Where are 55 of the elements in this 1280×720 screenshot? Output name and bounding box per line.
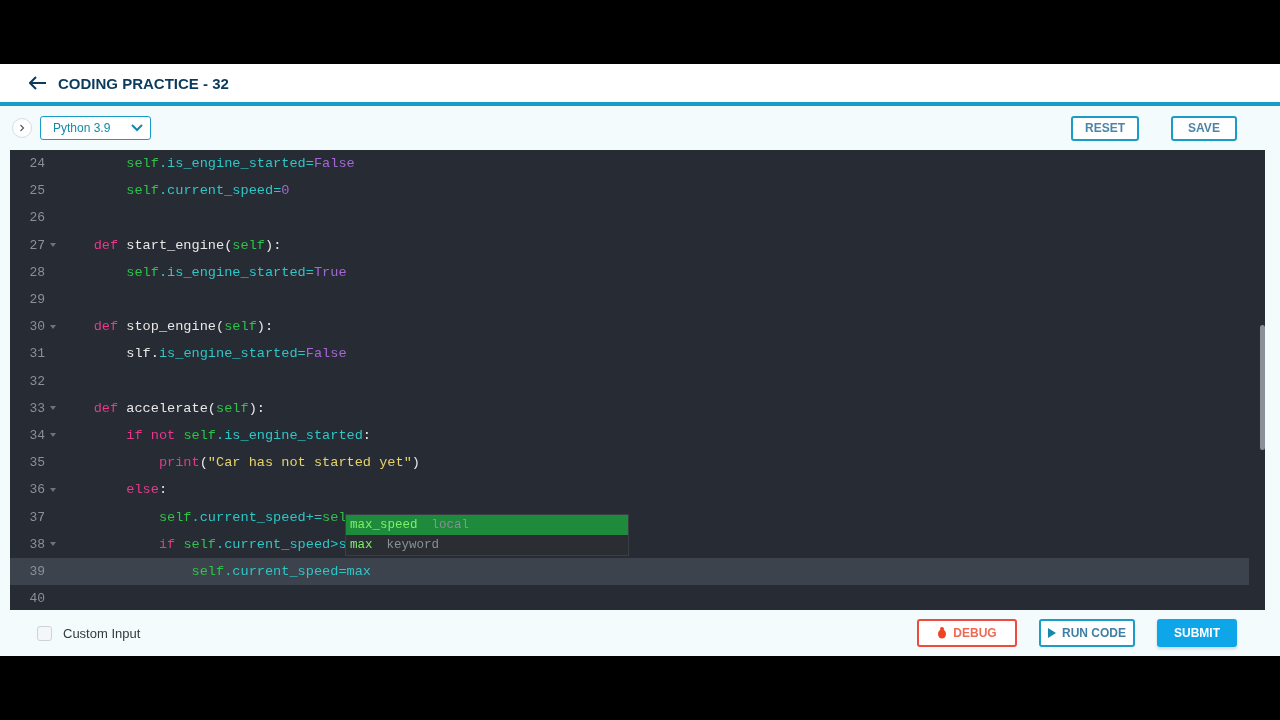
code-text: if self.current_speed>s [157, 536, 347, 552]
line-number: 26 [28, 210, 45, 226]
code-text: self.is_engine_started=True [125, 264, 347, 280]
line-number: 34 [28, 427, 45, 443]
fold-caret-icon[interactable] [50, 243, 56, 248]
code-text: slf.is_engine_started=False [125, 346, 347, 362]
line-number: 38 [28, 536, 45, 552]
scrollbar-thumb[interactable] [1260, 325, 1265, 450]
code-text: self.is_engine_started=False [125, 156, 355, 172]
autocomplete-item[interactable]: max keyword [346, 535, 628, 555]
fold-caret-icon[interactable] [50, 433, 56, 438]
checkbox-label[interactable]: Custom Input [63, 625, 141, 641]
line-number: 36 [28, 482, 45, 498]
line-number: 32 [28, 373, 45, 389]
line-number: 39 [28, 563, 45, 579]
code-text: self.current_speed=max [190, 563, 372, 579]
line-number: 33 [28, 400, 45, 416]
reset-button[interactable]: RESET [1071, 115, 1139, 141]
code-editor[interactable] [10, 150, 1265, 610]
line-number: 35 [28, 455, 45, 471]
code-text: self.current_speed=0 [125, 183, 290, 199]
language-dropdown[interactable]: Python 3.9 [40, 116, 151, 140]
line-number: 27 [28, 237, 45, 253]
line-number: 25 [28, 183, 45, 199]
fold-caret-icon[interactable] [50, 542, 56, 547]
submit-button[interactable]: SUBMIT [1157, 619, 1237, 647]
line-number: 37 [28, 509, 45, 525]
line-number: 40 [28, 591, 45, 607]
line-number: 30 [28, 319, 45, 335]
code-text: else: [125, 482, 168, 498]
line-number: 29 [28, 292, 45, 308]
chevron-down-icon [131, 124, 143, 132]
autocomplete-item[interactable]: max_speed local [346, 515, 628, 535]
run-code-button[interactable]: RUN CODE [1039, 619, 1135, 647]
back-arrow-icon[interactable] [29, 76, 47, 90]
checkbox[interactable] [37, 625, 52, 641]
line-number: 31 [28, 346, 45, 362]
play-icon [1048, 628, 1056, 638]
code-text: def stop_engine(self): [92, 319, 274, 335]
fold-caret-icon[interactable] [50, 324, 56, 329]
page-title: CODING PRACTICE - 32 [58, 74, 229, 92]
bug-icon [937, 627, 948, 639]
line-number: 24 [28, 156, 45, 172]
code-text: def accelerate(self): [92, 400, 265, 416]
debug-button[interactable]: DEBUG [917, 619, 1017, 647]
save-button[interactable]: SAVE [1171, 115, 1237, 141]
line-number: 28 [28, 264, 45, 280]
expand-button[interactable] [12, 118, 32, 138]
code-text: print("Car has not started yet") [157, 455, 420, 471]
chevron-right-icon [19, 124, 25, 132]
code-text: def start_engine(self): [92, 237, 282, 253]
fold-caret-icon[interactable] [50, 487, 56, 492]
code-text: if not self.is_engine_started: [125, 427, 372, 443]
code-text: self.current_speed+=sel [157, 509, 347, 525]
fold-caret-icon[interactable] [50, 406, 56, 411]
